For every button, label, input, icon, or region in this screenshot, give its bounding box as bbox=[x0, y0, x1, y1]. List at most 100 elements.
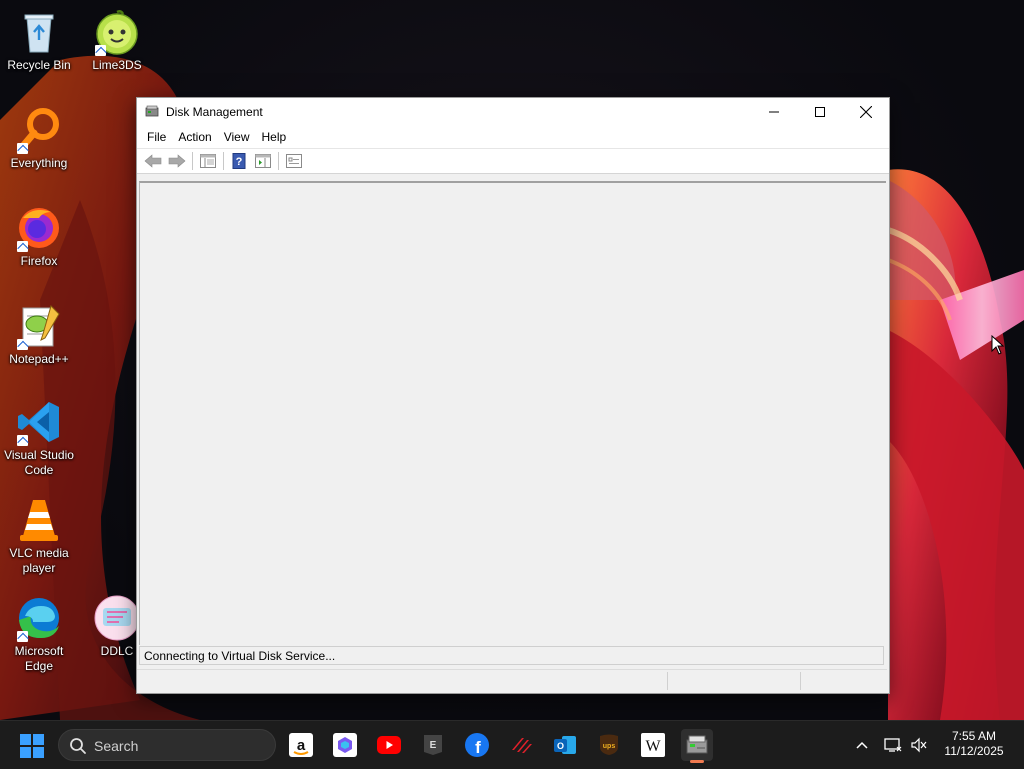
volume-muted-icon bbox=[911, 737, 927, 753]
toolbar: ? bbox=[137, 148, 889, 174]
desktop-icon-recycle-bin[interactable]: Recycle Bin bbox=[0, 8, 78, 73]
taskbar-search-box[interactable]: Search bbox=[58, 729, 276, 761]
back-button[interactable] bbox=[143, 151, 163, 171]
lime3ds-icon bbox=[93, 8, 141, 56]
shortcut-arrow-icon bbox=[17, 339, 28, 350]
desktop-icon-vscode[interactable]: Visual Studio Code bbox=[0, 398, 78, 478]
menu-view[interactable]: View bbox=[218, 130, 256, 144]
desktop-icon-notepad-plus-plus[interactable]: Notepad++ bbox=[0, 302, 78, 367]
desktop-icon-label-line1: Visual Studio bbox=[4, 448, 74, 462]
window-title: Disk Management bbox=[166, 105, 263, 119]
taskbar-app-outlook[interactable]: O bbox=[549, 729, 581, 761]
show-hide-console-tree-icon bbox=[200, 154, 216, 168]
taskbar-app-wikipedia[interactable]: W bbox=[637, 729, 669, 761]
taskbar-app-amazon[interactable]: a bbox=[285, 729, 317, 761]
taskbar-app-youtube[interactable] bbox=[373, 729, 405, 761]
everything-search-icon bbox=[15, 106, 63, 154]
toolbar-separator bbox=[192, 152, 193, 170]
copilot-icon bbox=[333, 733, 357, 757]
show-hide-action-pane-icon bbox=[255, 154, 271, 168]
outlook-icon: O bbox=[554, 736, 576, 754]
maximize-icon bbox=[815, 107, 825, 117]
menu-bar: File Action View Help bbox=[137, 126, 889, 148]
youtube-icon bbox=[377, 736, 401, 754]
network-icon bbox=[884, 738, 902, 752]
clock-date: 11/12/2025 bbox=[944, 744, 1004, 758]
edge-icon bbox=[15, 594, 63, 642]
ups-icon: ups bbox=[600, 734, 618, 755]
start-button[interactable] bbox=[20, 734, 44, 758]
taskbar-app-facebook[interactable]: f bbox=[461, 729, 493, 761]
toolbar-separator bbox=[223, 152, 224, 170]
desktop-icon-label-line2: Edge bbox=[24, 659, 54, 673]
show-hide-action-pane-button[interactable] bbox=[253, 151, 273, 171]
forward-button[interactable] bbox=[167, 151, 187, 171]
show-hidden-icons-button[interactable] bbox=[850, 721, 874, 769]
desktop-icon-label: Everything bbox=[10, 156, 68, 170]
ddlc-icon bbox=[93, 594, 141, 642]
desktop-icon-label: Firefox bbox=[20, 254, 58, 268]
svg-text:W: W bbox=[645, 738, 661, 755]
show-hide-console-tree-button[interactable] bbox=[198, 151, 218, 171]
menu-file[interactable]: File bbox=[141, 130, 172, 144]
notepad-plus-plus-icon bbox=[15, 302, 63, 350]
menu-help[interactable]: Help bbox=[256, 130, 293, 144]
shortcut-arrow-icon bbox=[17, 143, 28, 154]
desktop-icon-firefox[interactable]: Firefox bbox=[0, 204, 78, 269]
taskbar-app-copilot[interactable] bbox=[329, 729, 361, 761]
taskbar-clock[interactable]: 7:55 AM 11/12/2025 bbox=[936, 729, 1012, 759]
status-pane bbox=[800, 672, 801, 690]
desktop-icon-label-line1: Microsoft bbox=[14, 644, 64, 658]
console-pane[interactable] bbox=[139, 181, 886, 645]
search-icon bbox=[70, 738, 86, 754]
svg-text:f: f bbox=[475, 738, 481, 757]
shortcut-arrow-icon bbox=[17, 241, 28, 252]
taskbar-app-epic-games[interactable]: E bbox=[417, 729, 449, 761]
desktop-icon-lime3ds[interactable]: Lime3DS bbox=[78, 8, 156, 73]
status-bar bbox=[137, 669, 887, 692]
shortcut-arrow-icon bbox=[95, 45, 106, 56]
close-button[interactable] bbox=[843, 98, 889, 126]
network-status-button[interactable] bbox=[882, 721, 904, 769]
desktop-icon-edge[interactable]: Microsoft Edge bbox=[0, 594, 78, 674]
status-message: Connecting to Virtual Disk Service... bbox=[139, 646, 884, 665]
facebook-icon: f bbox=[465, 733, 489, 757]
disk-management-app-icon bbox=[145, 105, 159, 117]
desktop-icon-label: Lime3DS bbox=[92, 58, 142, 72]
svg-text:?: ? bbox=[236, 156, 243, 168]
minimize-button[interactable] bbox=[751, 98, 797, 126]
taskbar-app-bank[interactable] bbox=[505, 729, 537, 761]
desktop-icon-vlc[interactable]: VLC media player bbox=[0, 496, 78, 576]
amazon-icon: a bbox=[289, 733, 313, 757]
shortcut-arrow-icon bbox=[17, 631, 28, 642]
desktop-icon-label: Recycle Bin bbox=[7, 58, 71, 72]
clock-time: 7:55 AM bbox=[951, 729, 997, 743]
help-icon: ? bbox=[232, 153, 246, 169]
vlc-icon bbox=[15, 496, 63, 544]
toolbar-separator bbox=[278, 152, 279, 170]
mouse-cursor-icon bbox=[991, 335, 1005, 355]
disk-management-window[interactable]: Disk Management File Action View Help ? … bbox=[136, 97, 890, 694]
title-bar[interactable]: Disk Management bbox=[137, 98, 889, 126]
menu-action[interactable]: Action bbox=[172, 130, 217, 144]
back-arrow-icon bbox=[144, 154, 162, 168]
desktop-icon-label: Notepad++ bbox=[9, 352, 69, 366]
windows-logo-icon bbox=[20, 734, 44, 758]
svg-text:ups: ups bbox=[603, 743, 616, 750]
desktop-icon-label-line2: player bbox=[22, 561, 56, 575]
epic-games-icon: E bbox=[424, 735, 442, 755]
desktop-icon-label-line2: Code bbox=[24, 463, 54, 477]
taskbar-app-disk-management[interactable] bbox=[681, 729, 713, 763]
active-app-indicator bbox=[690, 760, 704, 763]
bank-app-icon bbox=[512, 738, 532, 753]
properties-button[interactable] bbox=[284, 151, 304, 171]
volume-button[interactable] bbox=[908, 721, 930, 769]
svg-text:O: O bbox=[557, 741, 564, 751]
desktop-icon-everything[interactable]: Everything bbox=[0, 106, 78, 171]
search-placeholder: Search bbox=[94, 738, 139, 754]
taskbar-app-ups[interactable]: ups bbox=[593, 729, 625, 761]
firefox-icon bbox=[15, 204, 63, 252]
maximize-button[interactable] bbox=[797, 98, 843, 126]
taskbar: Search a E f O ups W 7:55 AM 11/12/2025 bbox=[0, 720, 1024, 769]
help-button[interactable]: ? bbox=[229, 151, 249, 171]
